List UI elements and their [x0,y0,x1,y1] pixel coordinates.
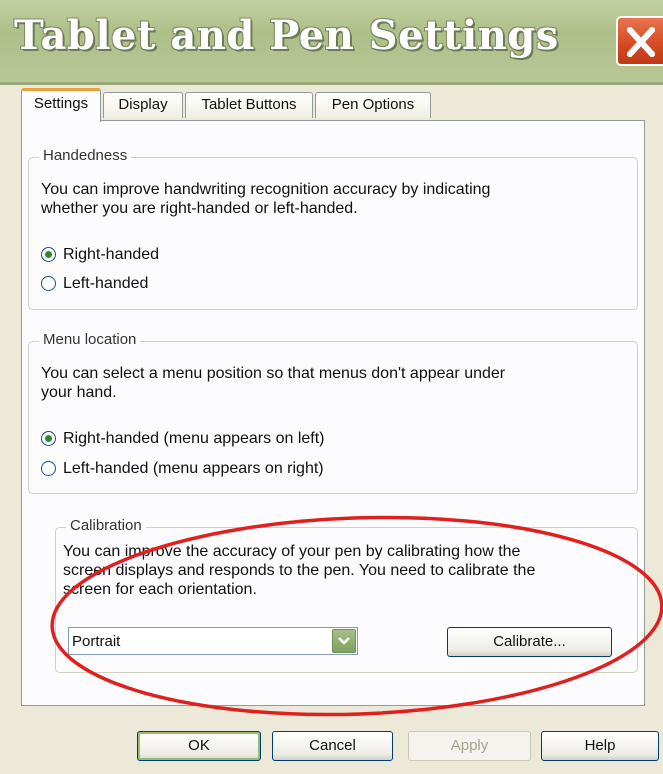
description-line: You can improve the accuracy of your pen… [63,543,521,560]
tab-label: Tablet Buttons [201,96,297,113]
calibration-description: You can improve the accuracy of your pen… [63,542,633,599]
radio-button[interactable] [41,276,56,291]
radio-button[interactable] [41,431,56,446]
radio-selected-dot [45,251,52,258]
help-button[interactable]: Help [541,731,659,761]
menu-location-description: You can select a menu position so that m… [41,364,601,402]
description-line: screen for each orientation. [63,581,257,598]
description-line: You can select a menu position so that m… [41,365,506,382]
title-bar[interactable]: Tablet and Pen Settings [0,0,663,85]
menu-location-group: Menu location You can select a menu posi… [28,331,638,494]
chevron-down-icon [338,637,350,645]
ok-button[interactable]: OK [137,731,261,761]
radio-button[interactable] [41,247,56,262]
tab-label: Display [118,96,168,113]
radio-label: Right-handed [63,246,160,263]
tab-pen-options[interactable]: Pen Options [315,92,431,118]
menu-location-label: Menu location [39,331,141,348]
calibrate-button[interactable]: Calibrate... [447,627,612,657]
handedness-description: You can improve handwriting recognition … [41,180,601,218]
tab-label: Pen Options [331,96,415,113]
description-line: whether you are right-handed or left-han… [41,200,358,217]
radio-label: Left-handed [63,275,149,292]
description-line: screen displays and responds to the pen.… [63,562,536,579]
radio-selected-dot [45,435,52,442]
calibration-label: Calibration [66,517,146,534]
close-icon [627,27,655,57]
orientation-dropdown[interactable]: Portrait [68,627,358,655]
radio-label: Left-handed (menu appears on right) [63,460,324,477]
apply-button: Apply [408,731,531,761]
tab-display[interactable]: Display [103,92,183,118]
close-button[interactable] [616,16,663,66]
window-title: Tablet and Pen Settings [14,12,559,59]
dropdown-value: Portrait [72,633,121,650]
radio-label: Right-handed (menu appears on left) [63,430,325,447]
description-line: your hand. [41,384,117,401]
tab-settings[interactable]: Settings [21,88,101,122]
handedness-group: Handedness You can improve handwriting r… [28,147,638,310]
handedness-label: Handedness [39,147,132,164]
tab-tablet-buttons[interactable]: Tablet Buttons [185,92,313,118]
dropdown-button[interactable] [332,629,356,653]
tab-label: Settings [33,95,89,112]
dialog-window: Tablet and Pen Settings Settings Display… [0,0,663,774]
cancel-button[interactable]: Cancel [272,731,393,761]
radio-button[interactable] [41,461,56,476]
description-line: You can improve handwriting recognition … [41,181,491,198]
